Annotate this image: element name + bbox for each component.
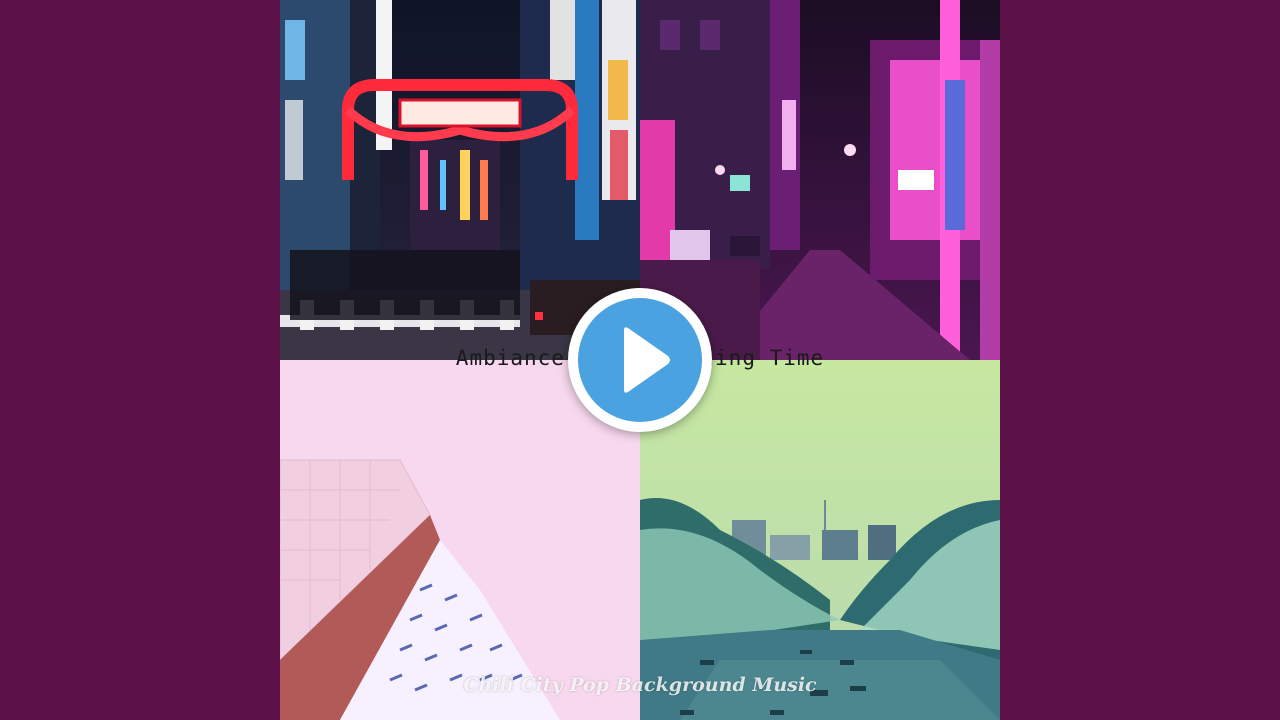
play-button[interactable] [568, 288, 712, 432]
play-icon [624, 327, 670, 393]
video-player-stage[interactable]: Ambiance ding Time Chill City Pop Backgr… [0, 0, 1280, 720]
play-button-face[interactable] [578, 298, 702, 422]
